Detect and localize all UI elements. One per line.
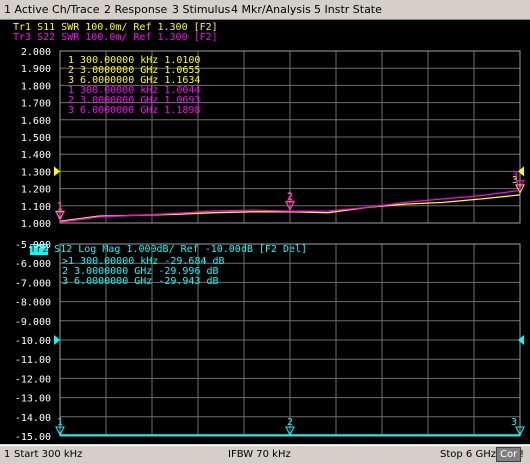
menu-bar: 1 Active Ch/Trace 2 Response 3 Stimulus … <box>0 0 530 20</box>
upper-tick-label: 1.500 <box>21 133 51 144</box>
menu-stimulus[interactable]: 3 Stimulus <box>172 3 230 16</box>
status-extra: ! <box>520 449 525 460</box>
menu-mkr-analysis[interactable]: 4 Mkr/Analysis <box>231 3 311 16</box>
marker-number: 2 <box>287 417 293 428</box>
upper-tick-label: 1.900 <box>21 64 51 75</box>
correction-indicator[interactable]: Cor <box>496 447 522 462</box>
stop-frequency[interactable]: Stop 6 GHz <box>440 449 496 460</box>
marker-number: 2 <box>287 191 293 202</box>
menu-instr-state[interactable]: 5 Instr State <box>314 3 382 16</box>
display-screen: Tr1 S11 SWR 100.0m/ Ref 1.300 [F2] Tr3 S… <box>0 20 530 444</box>
menu-active-ch-trace[interactable]: 1 Active Ch/Trace <box>4 3 100 16</box>
marker-number: 3 <box>511 417 517 428</box>
lower-tick-label: -7.000 <box>15 278 51 289</box>
upper-tick-label: 1.300 <box>21 167 51 178</box>
status-bar: 1 Start 300 kHz IFBW 70 kHz Stop 6 GHz C… <box>0 445 530 464</box>
upper-tick-label: 1.700 <box>21 99 51 110</box>
marker-number: 3 <box>512 170 518 181</box>
lower-tick-label: -9.000 <box>15 317 51 328</box>
marker-number: 1 <box>57 202 63 213</box>
channel-number: 1 <box>4 449 11 460</box>
upper-tick-label: 1.800 <box>21 81 51 92</box>
upper-tick-label: 2.000 <box>21 47 51 58</box>
lower-tick-label: -14.00 <box>15 413 51 424</box>
lower-tick-label: -5.000 <box>15 240 51 251</box>
ifbw-setting[interactable]: IFBW 70 kHz <box>228 449 291 460</box>
menu-response[interactable]: 2 Response <box>104 3 167 16</box>
lower-ref-arrow-right <box>518 335 524 345</box>
upper-ref-arrow-left <box>54 166 60 177</box>
plot-area[interactable]: 2.000 1.900 1.800 1.700 1.600 1.500 1.400 1.300… <box>0 20 530 444</box>
upper-tick-label: 1.200 <box>21 185 51 196</box>
upper-tick-label: 1.100 <box>21 202 51 213</box>
lower-tick-label: -12.00 <box>15 374 51 385</box>
lower-tick-label: -13.00 <box>15 394 51 405</box>
lower-ref-arrow-left <box>54 335 60 345</box>
lower-tick-label: -6.000 <box>15 259 51 270</box>
lower-tick-label: -8.000 <box>15 298 51 309</box>
upper-tick-label: 1.600 <box>21 116 51 127</box>
lower-tick-label: -15.00 <box>15 432 51 443</box>
lower-marker-readout: 3 6.0000000 GHz -29.943 dB <box>62 276 219 287</box>
upper-ref-arrow-right <box>518 166 524 177</box>
upper-marker-readout: 3 6.0000000 GHz 1.1898 <box>68 105 200 116</box>
upper-tick-label: 1.000 <box>21 219 51 230</box>
start-frequency[interactable]: Start 300 kHz <box>14 449 82 460</box>
lower-tick-label: -10.00 <box>15 336 51 347</box>
lower-tick-label: -11.00 <box>15 355 51 366</box>
marker-number: 1 <box>57 417 63 428</box>
upper-tick-label: 1.400 <box>21 150 51 161</box>
